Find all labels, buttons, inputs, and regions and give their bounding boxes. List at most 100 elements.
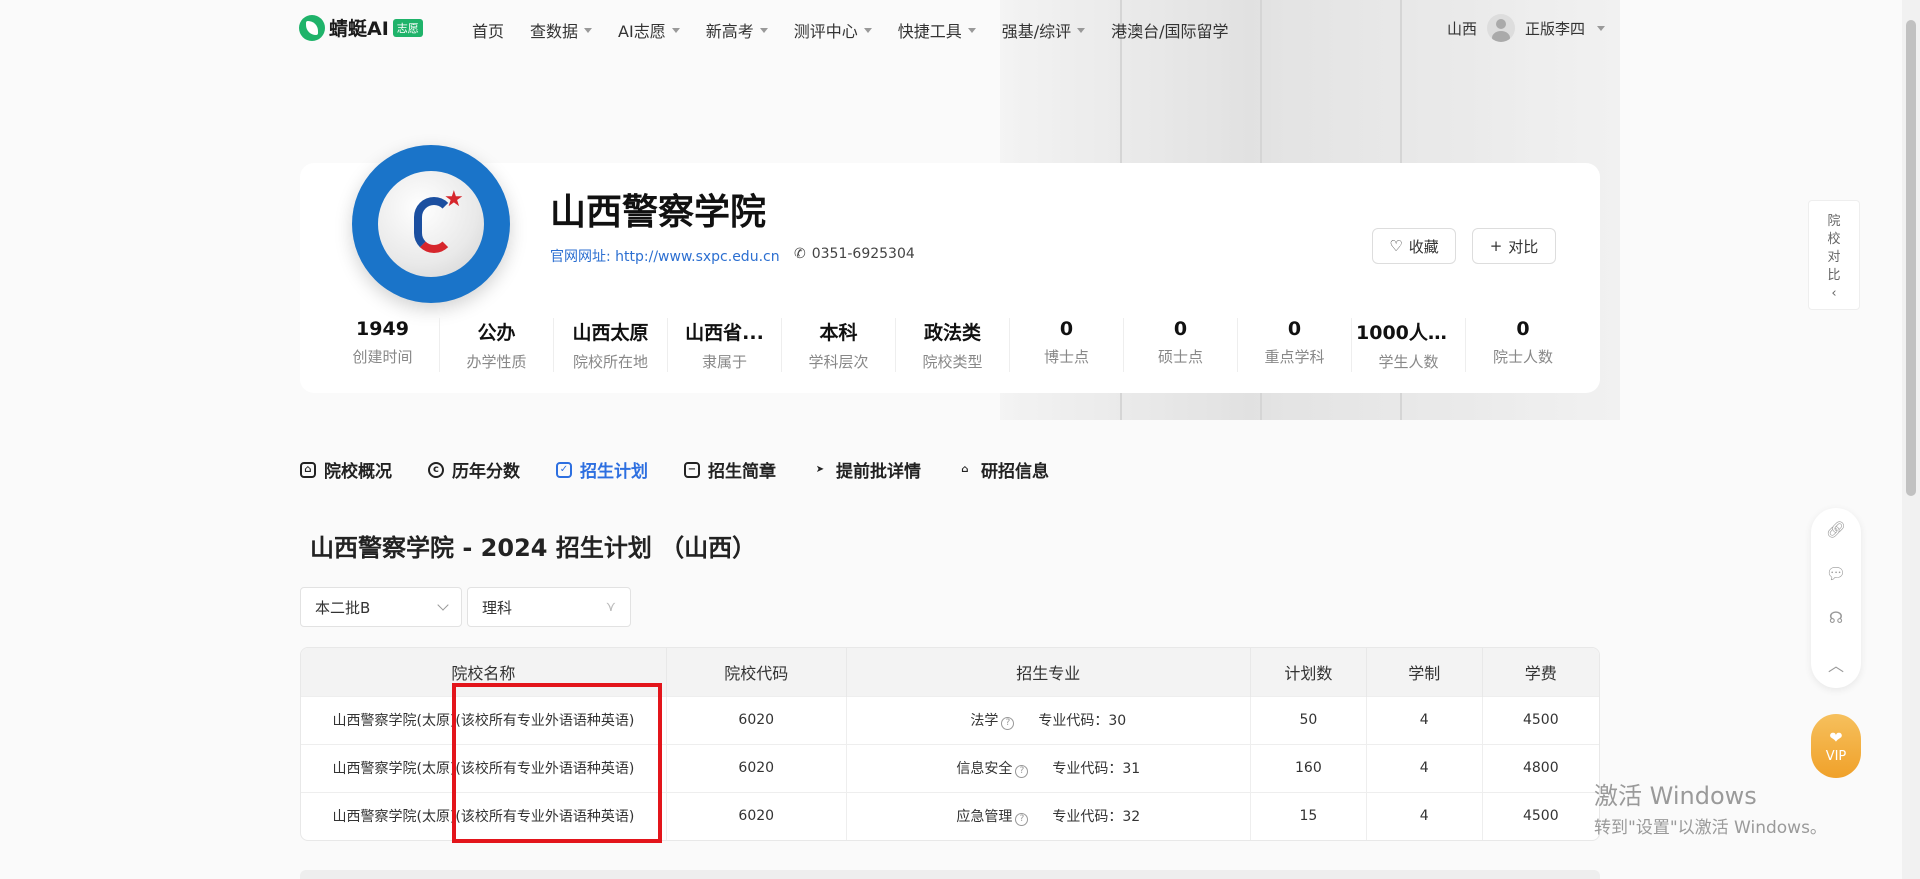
school-compare-side-tab[interactable]: 院校对比 ‹: [1808, 200, 1860, 310]
nav-item[interactable]: 快捷工具: [898, 18, 976, 42]
stat-value: 0: [1516, 318, 1530, 340]
tab-label: 研招信息: [981, 462, 1049, 482]
tab-item[interactable]: ⌂ 院校概况: [300, 457, 392, 482]
nav-item[interactable]: 测评中心: [794, 18, 872, 42]
subject-select[interactable]: 理科 ⋎: [467, 587, 631, 627]
cell-major: 应急管理? 专业代码：32: [846, 791, 1251, 840]
school-tabs: ⌂ 院校概况 c 历年分数 ✓ 招生计划 − 招生简章 ➤ 提前批详情 ⌂ 研招信息: [300, 457, 1049, 482]
major-name[interactable]: 法学: [970, 713, 998, 729]
help-icon[interactable]: ?: [1015, 765, 1029, 778]
graduation-cap-icon: ⌂: [961, 463, 969, 475]
stat-value: 0: [1287, 318, 1302, 340]
next-section-edge: [300, 870, 1600, 879]
section-title: 山西警察学院 - 2024 招生计划 （山西）: [310, 534, 757, 562]
nav-item-label: 测评中心: [793, 22, 858, 41]
stat-value: 本科: [819, 322, 858, 344]
logo[interactable]: 蜻蜓AI 志愿: [299, 14, 423, 41]
major-code: 专业代码：31: [1052, 761, 1141, 777]
nav-item[interactable]: AI志愿: [618, 18, 680, 42]
chevron-down-icon: [967, 27, 976, 33]
username[interactable]: 正版李四: [1525, 18, 1585, 39]
vip-button[interactable]: ❤︎ VIP: [1811, 714, 1861, 778]
nav-item-label: 首页: [472, 22, 505, 41]
tab-item[interactable]: ⌂ 研招信息: [957, 457, 1049, 482]
cell-duration: 4: [1366, 791, 1483, 840]
link-icon[interactable]: 🔗︎: [1826, 520, 1846, 539]
major-name[interactable]: 应急管理: [956, 809, 1012, 825]
highlight-annotation-box: [452, 683, 662, 843]
chevron-down-icon: [437, 599, 449, 611]
tab-item[interactable]: − 招生简章: [684, 457, 776, 482]
chevron-up-icon[interactable]: ︿: [1828, 652, 1844, 676]
stat-label: 院士人数: [1492, 348, 1553, 366]
scrollbar-thumb[interactable]: [1906, 20, 1916, 496]
nav-item-label: 强基/综评: [1001, 22, 1072, 41]
tab-item[interactable]: ✓ 招生计划: [556, 457, 648, 482]
stat-item: 0 重点学科: [1238, 318, 1352, 372]
cell-duration: 4: [1366, 695, 1483, 744]
batch-select-value: 本二批B: [315, 598, 371, 617]
nav-item-label: 查数据: [530, 22, 579, 41]
batch-select[interactable]: 本二批B: [300, 587, 462, 627]
nav-item[interactable]: 新高考: [706, 18, 768, 42]
cell-school-code: 6020: [666, 743, 847, 792]
chevron-down-icon: [1077, 27, 1086, 33]
page-scrollbar[interactable]: [1902, 0, 1920, 879]
tab-label: 院校概况: [324, 462, 392, 482]
school-website[interactable]: 官网网址: http://www.sxpc.edu.cn: [550, 246, 780, 266]
region-selector[interactable]: 山西: [1447, 18, 1477, 39]
stat-value: 1949: [356, 318, 409, 340]
stat-item: 1949 创建时间: [326, 318, 440, 372]
school-stats: 1949 创建时间 公办 办学性质 山西太原 院校所在地 山西省... 隶属于 本科 学科层次 政法…: [326, 318, 1580, 372]
stat-item: 山西太原 院校所在地: [554, 318, 668, 372]
website-link[interactable]: http://www.sxpc.edu.cn: [615, 249, 779, 265]
chevron-down-icon[interactable]: [1597, 25, 1606, 31]
compare-button[interactable]: + 对比: [1472, 228, 1556, 264]
filter-icon: ⋎: [605, 599, 616, 615]
stat-label: 隶属于: [701, 353, 747, 371]
stat-label: 院校类型: [922, 353, 983, 371]
heart-icon: ❤︎: [1829, 728, 1843, 747]
nav-item[interactable]: 查数据: [530, 18, 593, 42]
chevron-left-icon: ‹: [1831, 286, 1837, 301]
favorite-label: 收藏: [1408, 237, 1439, 256]
favorite-button[interactable]: ♡ 收藏: [1372, 228, 1456, 264]
cell-plan-count: 160: [1250, 743, 1367, 792]
chevron-down-icon: [584, 27, 593, 33]
top-navigation-bar: 蜻蜓AI 志愿 首页 查数据 AI志愿 新高考 测评中心 快捷工具 强基/综评 港澳台/国际留…: [0, 0, 1900, 60]
stat-item: 本科 学科层次: [782, 318, 896, 372]
table-header-cell: 计划数: [1250, 648, 1367, 696]
help-icon[interactable]: ?: [1015, 813, 1029, 827]
logo-badge: 志愿: [392, 18, 423, 37]
table-header-cell: 学费: [1482, 648, 1599, 696]
heart-icon: ♡: [1389, 237, 1403, 255]
cell-plan-count: 15: [1250, 791, 1367, 840]
nav-item[interactable]: 港澳台/国际留学: [1111, 18, 1228, 42]
stat-label: 院校所在地: [572, 353, 648, 371]
stat-item: 山西省... 隶属于: [668, 318, 782, 372]
nav-item[interactable]: 首页: [472, 18, 504, 42]
stat-item: 公办 办学性质: [440, 318, 554, 372]
avatar[interactable]: [1487, 14, 1516, 42]
tab-item[interactable]: c 历年分数: [428, 457, 520, 482]
headset-icon[interactable]: ☊: [1829, 608, 1843, 627]
cell-major: 法学? 专业代码：30: [846, 695, 1251, 744]
help-icon[interactable]: ?: [1001, 717, 1015, 730]
stat-label: 重点学科: [1264, 348, 1325, 366]
school-phone: ✆ 0351-6925304: [794, 246, 915, 262]
chevron-down-icon: [759, 27, 768, 33]
chat-icon[interactable]: 💬︎: [1826, 564, 1846, 583]
stat-label: 学科层次: [808, 353, 869, 371]
compare-tab-char: 院: [1827, 214, 1841, 229]
major-name[interactable]: 信息安全: [956, 761, 1012, 777]
chevron-down-icon: [671, 27, 680, 33]
tab-item[interactable]: ➤ 提前批详情: [812, 457, 921, 482]
tab-label: 历年分数: [452, 462, 520, 482]
stat-value: 公办: [477, 322, 516, 344]
minus-square-icon: −: [684, 461, 700, 478]
phone-icon: ✆: [794, 246, 806, 262]
nav-item[interactable]: 强基/综评: [1001, 18, 1086, 42]
stat-value: 山西省...: [685, 322, 764, 344]
vip-label: VIP: [1825, 749, 1847, 764]
compare-tab-char: 校: [1827, 232, 1841, 247]
